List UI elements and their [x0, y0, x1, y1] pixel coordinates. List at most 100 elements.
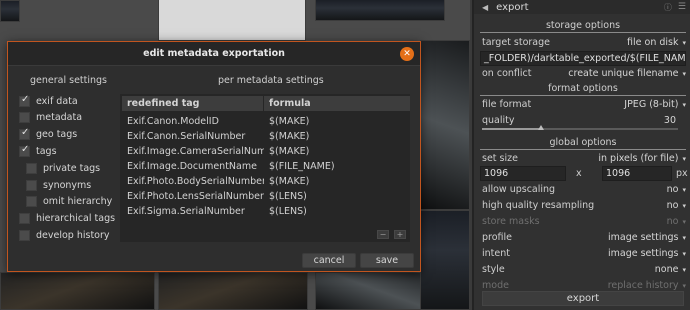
redefined-tag-cell: Exif.Photo.BodySerialNumber	[127, 176, 264, 187]
checkbox-box[interactable]	[26, 195, 37, 207]
quality-slider-handle[interactable]	[537, 125, 544, 130]
checkbox-tags[interactable]: tags	[19, 144, 57, 158]
formula-cell[interactable]: $(MAKE)	[264, 174, 410, 189]
dialog-titlebar[interactable]: edit metadata exportation ✕	[8, 42, 420, 66]
table-row[interactable]: Exif.Sigma.SerialNumber $(LENS)	[122, 204, 410, 219]
close-icon[interactable]: ✕	[400, 47, 414, 61]
dropdown-caret-icon: ▾	[682, 154, 686, 163]
formula-cell[interactable]: $(FILE_NAME)	[264, 159, 410, 174]
thumbnail[interactable]	[420, 210, 470, 310]
add-row-button[interactable]: +	[394, 230, 406, 239]
file-format-label: file format	[482, 98, 532, 110]
checkbox-box[interactable]	[26, 179, 37, 191]
target-storage-combobox[interactable]: target storage file on disk ▾	[474, 35, 690, 49]
cancel-button-label: cancel	[313, 255, 345, 266]
dropdown-caret-icon: ▾	[682, 217, 686, 226]
table-row[interactable]: Exif.Photo.LensSerialNumber $(LENS)	[122, 189, 410, 204]
file-format-combobox[interactable]: file format JPEG (8-bit) ▾	[474, 97, 690, 111]
checkbox-box[interactable]	[19, 229, 30, 241]
intent-combobox[interactable]: intent image settings ▾	[474, 246, 690, 260]
redefined-tag-cell: Exif.Canon.ModelID	[127, 116, 219, 127]
formula-cell[interactable]: $(LENS)	[264, 204, 410, 219]
mode-combobox: mode replace history ▾	[474, 278, 690, 292]
intent-value: image settings	[607, 247, 679, 259]
checkbox-synonyms[interactable]: synonyms	[26, 178, 91, 192]
export-module-header[interactable]: ◀ export ⓘ ☰	[474, 0, 690, 14]
thumbnail[interactable]	[158, 272, 308, 310]
table-row[interactable]: Exif.Canon.SerialNumber $(MAKE)	[122, 129, 410, 144]
cancel-button[interactable]: cancel	[302, 253, 356, 268]
checkbox-exif-data[interactable]: exif data	[19, 94, 78, 108]
thumbnail[interactable]	[0, 272, 155, 310]
thumbnail[interactable]	[315, 0, 445, 21]
profile-combobox[interactable]: profile image settings ▾	[474, 230, 690, 244]
checkbox-box[interactable]	[19, 212, 30, 224]
checkbox-box[interactable]	[26, 162, 37, 174]
dialog-title: edit metadata exportation	[143, 48, 285, 59]
checkbox-box[interactable]	[19, 111, 30, 123]
thumbnail[interactable]	[0, 0, 20, 22]
style-combobox[interactable]: style none ▾	[474, 262, 690, 276]
save-button[interactable]: save	[360, 253, 414, 268]
quality-slider-track[interactable]	[482, 125, 678, 130]
table-row[interactable]: Exif.Photo.BodySerialNumber $(MAKE)	[122, 174, 410, 189]
metadata-formula-table: redefined tag formula Exif.Canon.ModelID…	[120, 94, 410, 242]
table-row[interactable]: Exif.Image.DocumentName $(FILE_NAME)	[122, 159, 410, 174]
plus-icon: +	[396, 230, 404, 239]
size-separator-label: x	[576, 168, 582, 179]
set-size-combobox[interactable]: set size in pixels (for file) ▾	[474, 151, 690, 165]
dropdown-caret-icon: ▾	[682, 281, 686, 290]
table-row[interactable]: Exif.Image.CameraSerialNumber $(MAKE)	[122, 144, 410, 159]
height-input[interactable]: 1096	[602, 166, 672, 181]
checkbox-box[interactable]	[19, 144, 30, 157]
mode-label: mode	[482, 279, 509, 291]
formula-cell[interactable]: $(MAKE)	[264, 114, 410, 129]
format-options-title: format options	[480, 82, 686, 96]
remove-row-button[interactable]: −	[377, 230, 389, 239]
checkbox-develop-history[interactable]: develop history	[19, 228, 110, 242]
redefined-tag-cell: Exif.Sigma.SerialNumber	[127, 206, 245, 217]
module-help-icon[interactable]: ⓘ	[664, 2, 672, 13]
export-module-panel: ◀ export ⓘ ☰ storage options target stor…	[472, 0, 690, 310]
checkbox-label: omit hierarchy	[43, 195, 113, 207]
per-metadata-settings-title: per metadata settings	[218, 75, 324, 86]
profile-label: profile	[482, 231, 513, 243]
target-storage-value: file on disk	[627, 36, 679, 48]
table-header: redefined tag formula	[122, 96, 410, 111]
allow-upscaling-combobox[interactable]: allow upscaling no ▾	[474, 182, 690, 196]
column-header-redefined-tag[interactable]: redefined tag	[122, 96, 264, 111]
module-presets-icon[interactable]: ☰	[678, 2, 686, 12]
checkbox-box[interactable]	[19, 94, 30, 107]
export-path-input[interactable]: _FOLDER)/darktable_exported/$(FILE_NAME)	[480, 51, 686, 66]
width-input[interactable]: 1096	[480, 166, 566, 181]
checkbox-hierarchical-tags[interactable]: hierarchical tags	[19, 211, 115, 225]
redefined-tag-cell: Exif.Canon.SerialNumber	[127, 131, 246, 142]
profile-value: image settings	[607, 231, 679, 243]
checkbox-label: exif data	[36, 95, 78, 107]
thumbnail[interactable]	[158, 0, 306, 41]
quality-slider[interactable]: quality 30	[474, 113, 690, 127]
on-conflict-combobox[interactable]: on conflict create unique filename ▾	[474, 66, 690, 80]
minus-icon: −	[379, 230, 387, 239]
thumbnail[interactable]	[420, 40, 470, 210]
formula-cell[interactable]: $(MAKE)	[264, 144, 410, 159]
table-row[interactable]: Exif.Canon.ModelID $(MAKE)	[122, 114, 410, 129]
checkbox-box[interactable]	[19, 127, 30, 140]
checkbox-geo-tags[interactable]: geo tags	[19, 127, 77, 141]
intent-label: intent	[482, 247, 510, 259]
checkbox-omit-hierarchy[interactable]: omit hierarchy	[26, 194, 112, 208]
checkbox-label: metadata	[36, 111, 83, 123]
formula-cell[interactable]: $(MAKE)	[264, 129, 410, 144]
height-value: 1096	[606, 168, 631, 179]
checkbox-private-tags[interactable]: private tags	[26, 161, 100, 175]
hq-resampling-combobox[interactable]: high quality resampling no ▾	[474, 198, 690, 212]
dropdown-caret-icon: ▾	[682, 100, 686, 109]
dropdown-caret-icon: ▾	[682, 249, 686, 258]
column-header-formula[interactable]: formula	[264, 96, 410, 111]
checkbox-label: develop history	[36, 229, 110, 241]
collapse-triangle-icon[interactable]: ◀	[482, 3, 488, 12]
quality-slider-fill	[482, 128, 541, 130]
checkbox-metadata[interactable]: metadata	[19, 110, 82, 124]
formula-cell[interactable]: $(LENS)	[264, 189, 410, 204]
export-button[interactable]: export	[482, 291, 684, 306]
